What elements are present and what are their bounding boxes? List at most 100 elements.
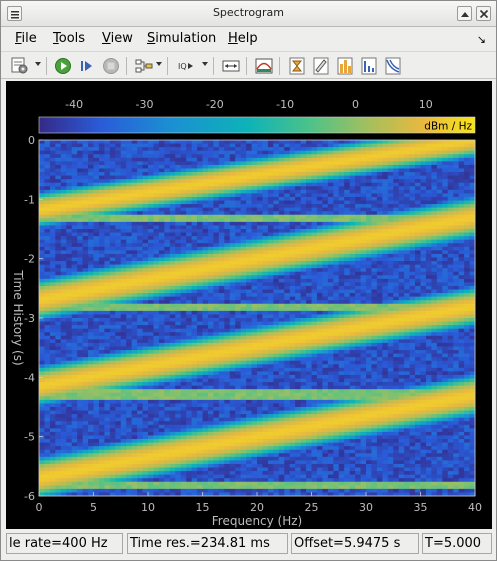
settings-button[interactable] (9, 55, 31, 77)
heatmap-cell (39, 253, 45, 258)
heatmap-cell (382, 182, 389, 187)
heatmap-cell (262, 264, 269, 269)
heatmap-cell (333, 296, 340, 301)
heatmap-cell (164, 243, 171, 248)
heatmap-cell (398, 214, 405, 219)
heatmap-cell (278, 218, 285, 223)
heatmap-cell (169, 271, 176, 276)
heatmap-cell (66, 318, 73, 322)
heatmap-cell (436, 204, 443, 209)
heatmap-cell (169, 200, 176, 205)
heatmap-cell (306, 328, 312, 333)
heatmap-cell (115, 293, 122, 298)
heatmap-cell (207, 150, 214, 155)
signal-config-button[interactable] (133, 55, 155, 77)
heatmap-cell (333, 346, 340, 351)
ruler-button[interactable] (310, 55, 332, 77)
signal-config-dropdown-icon[interactable] (156, 62, 162, 66)
heatmap-cell (77, 271, 83, 276)
peak-finder-button[interactable] (334, 55, 356, 77)
step-forward-button[interactable] (76, 55, 98, 77)
heatmap-cell (126, 261, 133, 265)
heatmap-cell (376, 168, 383, 173)
scale-axes-button[interactable] (220, 55, 242, 77)
menu-help[interactable]: Help (228, 31, 258, 46)
heatmap-cell (120, 232, 127, 237)
heatmap-cell (191, 204, 198, 209)
heatmap-cell (393, 353, 400, 358)
heatmap-cell (338, 264, 345, 269)
heatmap-cell (246, 342, 252, 347)
heatmap-cell (224, 172, 231, 176)
heatmap-cell (431, 328, 438, 333)
heatmap-cell (82, 335, 89, 340)
heatmap-cell (202, 172, 209, 176)
heatmap-cell (191, 261, 198, 265)
menu-file[interactable]: File (15, 31, 37, 46)
heatmap-cell (98, 239, 105, 244)
heatmap-cell (447, 293, 454, 298)
dock-arrow-icon[interactable]: ↘ (477, 33, 486, 46)
menu-simulation[interactable]: Simulation (147, 31, 216, 46)
heatmap-cell (224, 211, 231, 216)
menu-view[interactable]: View (102, 31, 133, 46)
heatmap-cell (355, 335, 361, 340)
heatmap-cell (175, 346, 182, 351)
heatmap-cell (436, 250, 443, 255)
heatmap-cell (295, 179, 301, 184)
heatmap-cell (436, 207, 443, 212)
maximize-button[interactable] (457, 6, 472, 21)
zoom-options-icon: IQ (178, 62, 193, 71)
close-button[interactable] (476, 6, 491, 21)
heatmap-cell (366, 232, 372, 237)
heatmap-cell (360, 143, 367, 148)
heatmap-cell (262, 182, 269, 187)
zoom-options-dropdown-icon[interactable] (202, 62, 208, 66)
heatmap-cell (333, 225, 340, 230)
heatmap-cell (39, 328, 45, 333)
heatmap-cell (273, 257, 280, 262)
heatmap-cell (436, 140, 443, 144)
heatmap-cell (240, 275, 247, 280)
heatmap-cell (218, 342, 225, 347)
heatmap-cell (55, 239, 62, 244)
heatmap-cell (44, 278, 51, 283)
heatmap-cell (300, 328, 307, 333)
zoom-options-button[interactable]: IQ (175, 55, 197, 77)
cursor-button[interactable] (286, 55, 308, 77)
heatmap-cell (88, 172, 94, 176)
heatmap-cell (235, 164, 242, 169)
menu-tools[interactable]: Tools (53, 31, 85, 46)
heatmap-cell (202, 293, 209, 298)
heatmap-cell (453, 275, 460, 280)
heatmap-cell (436, 168, 443, 173)
heatmap-cell (360, 253, 367, 258)
heatmap-cell (191, 250, 198, 255)
stop-button[interactable] (100, 55, 122, 77)
heatmap-cell (311, 150, 318, 155)
heatmap-cell (120, 161, 127, 166)
heatmap-cell (246, 182, 252, 187)
heatmap-cell (327, 310, 334, 315)
heatmap-cell (371, 214, 378, 219)
heatmap-cell (316, 154, 323, 159)
distortion-button[interactable] (358, 55, 380, 77)
heatmap-cell (98, 350, 105, 354)
heatmap-cell (295, 307, 301, 312)
heatmap-cell (71, 168, 78, 173)
heatmap-cell (257, 186, 263, 191)
heatmap-cell (447, 335, 454, 340)
heatmap-cell (273, 147, 280, 152)
heatmap-cell (338, 250, 345, 255)
spectrogram-chart[interactable]: -40 -30 -20 -10 0 10 dBm / Hz 0 5 10 15 20 25 30 35 4… (6, 81, 492, 529)
heatmap-cell (202, 350, 209, 354)
heatmap-cell (148, 278, 154, 283)
heatmap-cell (273, 243, 280, 248)
run-button[interactable] (52, 55, 74, 77)
ccdf-button[interactable] (382, 55, 404, 77)
heatmap-cell (262, 350, 269, 354)
heatmap-cell (257, 225, 263, 230)
settings-dropdown-icon[interactable] (35, 62, 41, 66)
spectrum-button[interactable] (253, 55, 275, 77)
heatmap-cell (77, 218, 83, 223)
